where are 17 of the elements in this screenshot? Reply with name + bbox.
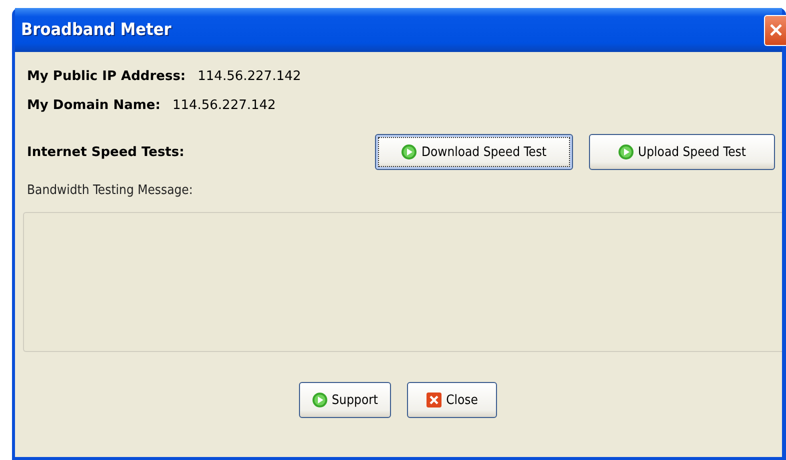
support-button[interactable]: Support bbox=[299, 382, 391, 418]
play-icon bbox=[312, 392, 328, 408]
message-label: Bandwidth Testing Message: bbox=[27, 183, 194, 198]
section-label: Internet Speed Tests: bbox=[27, 144, 186, 160]
field-label: My Domain Name: bbox=[27, 98, 160, 113]
close-button[interactable] bbox=[764, 14, 786, 46]
close-icon bbox=[426, 392, 442, 408]
field-label: My Public IP Address: bbox=[27, 69, 186, 84]
upload-button[interactable]: Upload Speed Test bbox=[589, 134, 775, 170]
play-icon bbox=[401, 144, 418, 160]
close-icon bbox=[768, 23, 782, 37]
download-button[interactable]: Download Speed Test bbox=[375, 134, 573, 170]
play-icon bbox=[618, 144, 634, 160]
field-value: 114.56.227.142 bbox=[172, 98, 276, 113]
window-title: Broadband Meter bbox=[21, 20, 172, 40]
close-button[interactable]: Close bbox=[407, 382, 497, 418]
field-value: 114.56.227.142 bbox=[198, 69, 302, 84]
